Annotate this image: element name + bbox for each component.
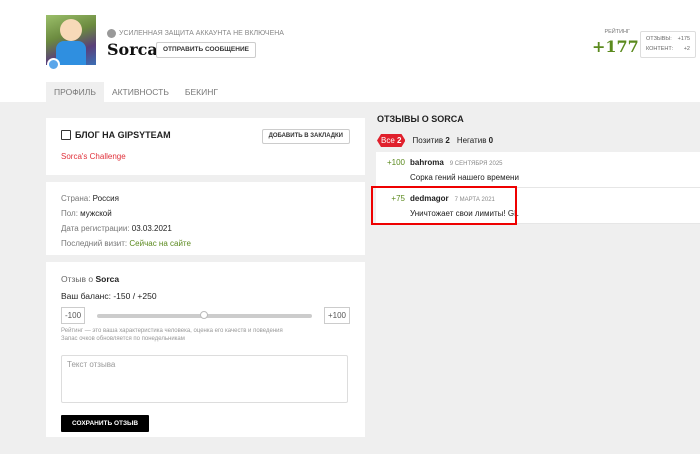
filter-positive[interactable]: Позитив 2 <box>412 136 449 145</box>
filter-label: Все <box>381 136 395 145</box>
review-form-name: Sorca <box>95 274 120 284</box>
last-visit-value: Сейчас на сайте <box>129 239 191 248</box>
review-form-prefix: Отзыв о <box>61 274 94 284</box>
save-review-button[interactable]: СОХРАНИТЬ ОТЗЫВ <box>61 415 150 432</box>
slider-track[interactable] <box>97 310 312 319</box>
send-message-button[interactable]: ОТПРАВИТЬ СООБЩЕНИЕ <box>156 42 256 58</box>
registration-value: 03.03.2021 <box>131 224 172 233</box>
tab-profile[interactable]: ПРОФИЛЬ <box>46 82 104 102</box>
tab-backing[interactable]: БЕКИНГ <box>177 82 226 102</box>
gender-label: Пол: <box>61 209 78 218</box>
rating-label: РЕЙТИНГ <box>604 29 630 35</box>
registration-label: Дата регистрации: <box>61 224 130 233</box>
slider-handle[interactable] <box>200 310 209 319</box>
highlight-box <box>371 186 517 225</box>
review-item: +100 bahroma 9 СЕНТЯБРЯ 2025 Сорка гений … <box>376 152 700 188</box>
filter-count: 2 <box>397 136 402 145</box>
profile-tabs: ПРОФИЛЬ АКТИВНОСТЬ БЕКИНГ <box>46 82 226 102</box>
review-form-title: Отзыв о Sorca <box>61 274 350 284</box>
gender-row: Пол: мужской <box>61 209 350 218</box>
gender-value: мужской <box>80 209 112 218</box>
reviews-title: ОТЗЫВЫ О SORCA <box>377 114 464 124</box>
country-row: Страна: Россия <box>61 194 350 203</box>
user-badge-icon <box>47 58 60 71</box>
review-text-input[interactable] <box>61 355 348 403</box>
filter-negative[interactable]: Негатив 0 <box>457 136 493 145</box>
content-value: +2 <box>683 46 690 52</box>
blog-link[interactable]: Sorca's Challenge <box>61 152 350 161</box>
review-points: +100 <box>386 158 405 167</box>
shield-icon <box>107 29 116 38</box>
slider-min: -100 <box>61 307 86 324</box>
last-visit-row: Последний визит: Сейчас на сайте <box>61 239 350 248</box>
country-label: Страна: <box>61 194 91 203</box>
rating-slider[interactable]: -100 +100 <box>61 307 350 324</box>
blog-card: БЛОГ НА GIPSYTEAM ДОБАВИТЬ В ЗАКЛАДКИ So… <box>46 118 365 175</box>
review-date: 9 СЕНТЯБРЯ 2025 <box>449 161 503 167</box>
last-visit-label: Последний визит: <box>61 239 128 248</box>
review-text: Сорка гений нашего времени <box>410 173 519 182</box>
tab-activity[interactable]: АКТИВНОСТЬ <box>104 82 177 102</box>
filter-label: Негатив <box>456 136 487 145</box>
filter-label: Позитив <box>412 136 444 145</box>
info-card: Страна: Россия Пол: мужской Дата регистр… <box>46 182 365 255</box>
profile-header: УСИЛЕННАЯ ЗАЩИТА АККАУНТА НЕ ВКЛЮЧЕНА So… <box>0 0 700 102</box>
content-label: КОНТЕНТ: <box>646 46 674 52</box>
username: Sorca <box>107 40 158 59</box>
rating-breakdown: ОТЗЫВЫ: +175 КОНТЕНТ: +2 <box>640 31 696 58</box>
balance: Ваш баланс: -150 / +250 <box>61 291 157 301</box>
blog-title: БЛОГ НА GIPSYTEAM <box>75 130 171 140</box>
reviews-label: ОТЗЫВЫ: <box>646 36 672 42</box>
rating-hint: Рейтинг — это ваша характеристика челове… <box>61 327 350 343</box>
slider-max: +100 <box>323 307 350 324</box>
hint-line: Рейтинг — это ваша характеристика челове… <box>61 328 283 334</box>
bookmark-button[interactable]: ДОБАВИТЬ В ЗАКЛАДКИ <box>261 129 350 144</box>
hint-line: Запас очков обновляется по понедельникам <box>61 336 185 342</box>
reviews-value: +175 <box>677 36 690 42</box>
review-filters: Все 2 Позитив 2 Негатив 0 <box>377 134 493 147</box>
filter-count: 2 <box>445 136 450 145</box>
filter-all[interactable]: Все 2 <box>377 134 405 147</box>
review-author[interactable]: bahroma <box>410 158 444 167</box>
security-notice: УСИЛЕННАЯ ЗАЩИТА АККАУНТА НЕ ВКЛЮЧЕНА <box>107 29 284 38</box>
blog-icon <box>61 130 71 140</box>
rating-value: +177 <box>592 37 639 56</box>
filter-count: 0 <box>488 136 494 145</box>
country-value: Россия <box>92 194 119 203</box>
review-form-card: Отзыв о Sorca Ваш баланс: -150 / +250 -1… <box>46 262 365 437</box>
registration-row: Дата регистрации: 03.03.2021 <box>61 224 350 233</box>
